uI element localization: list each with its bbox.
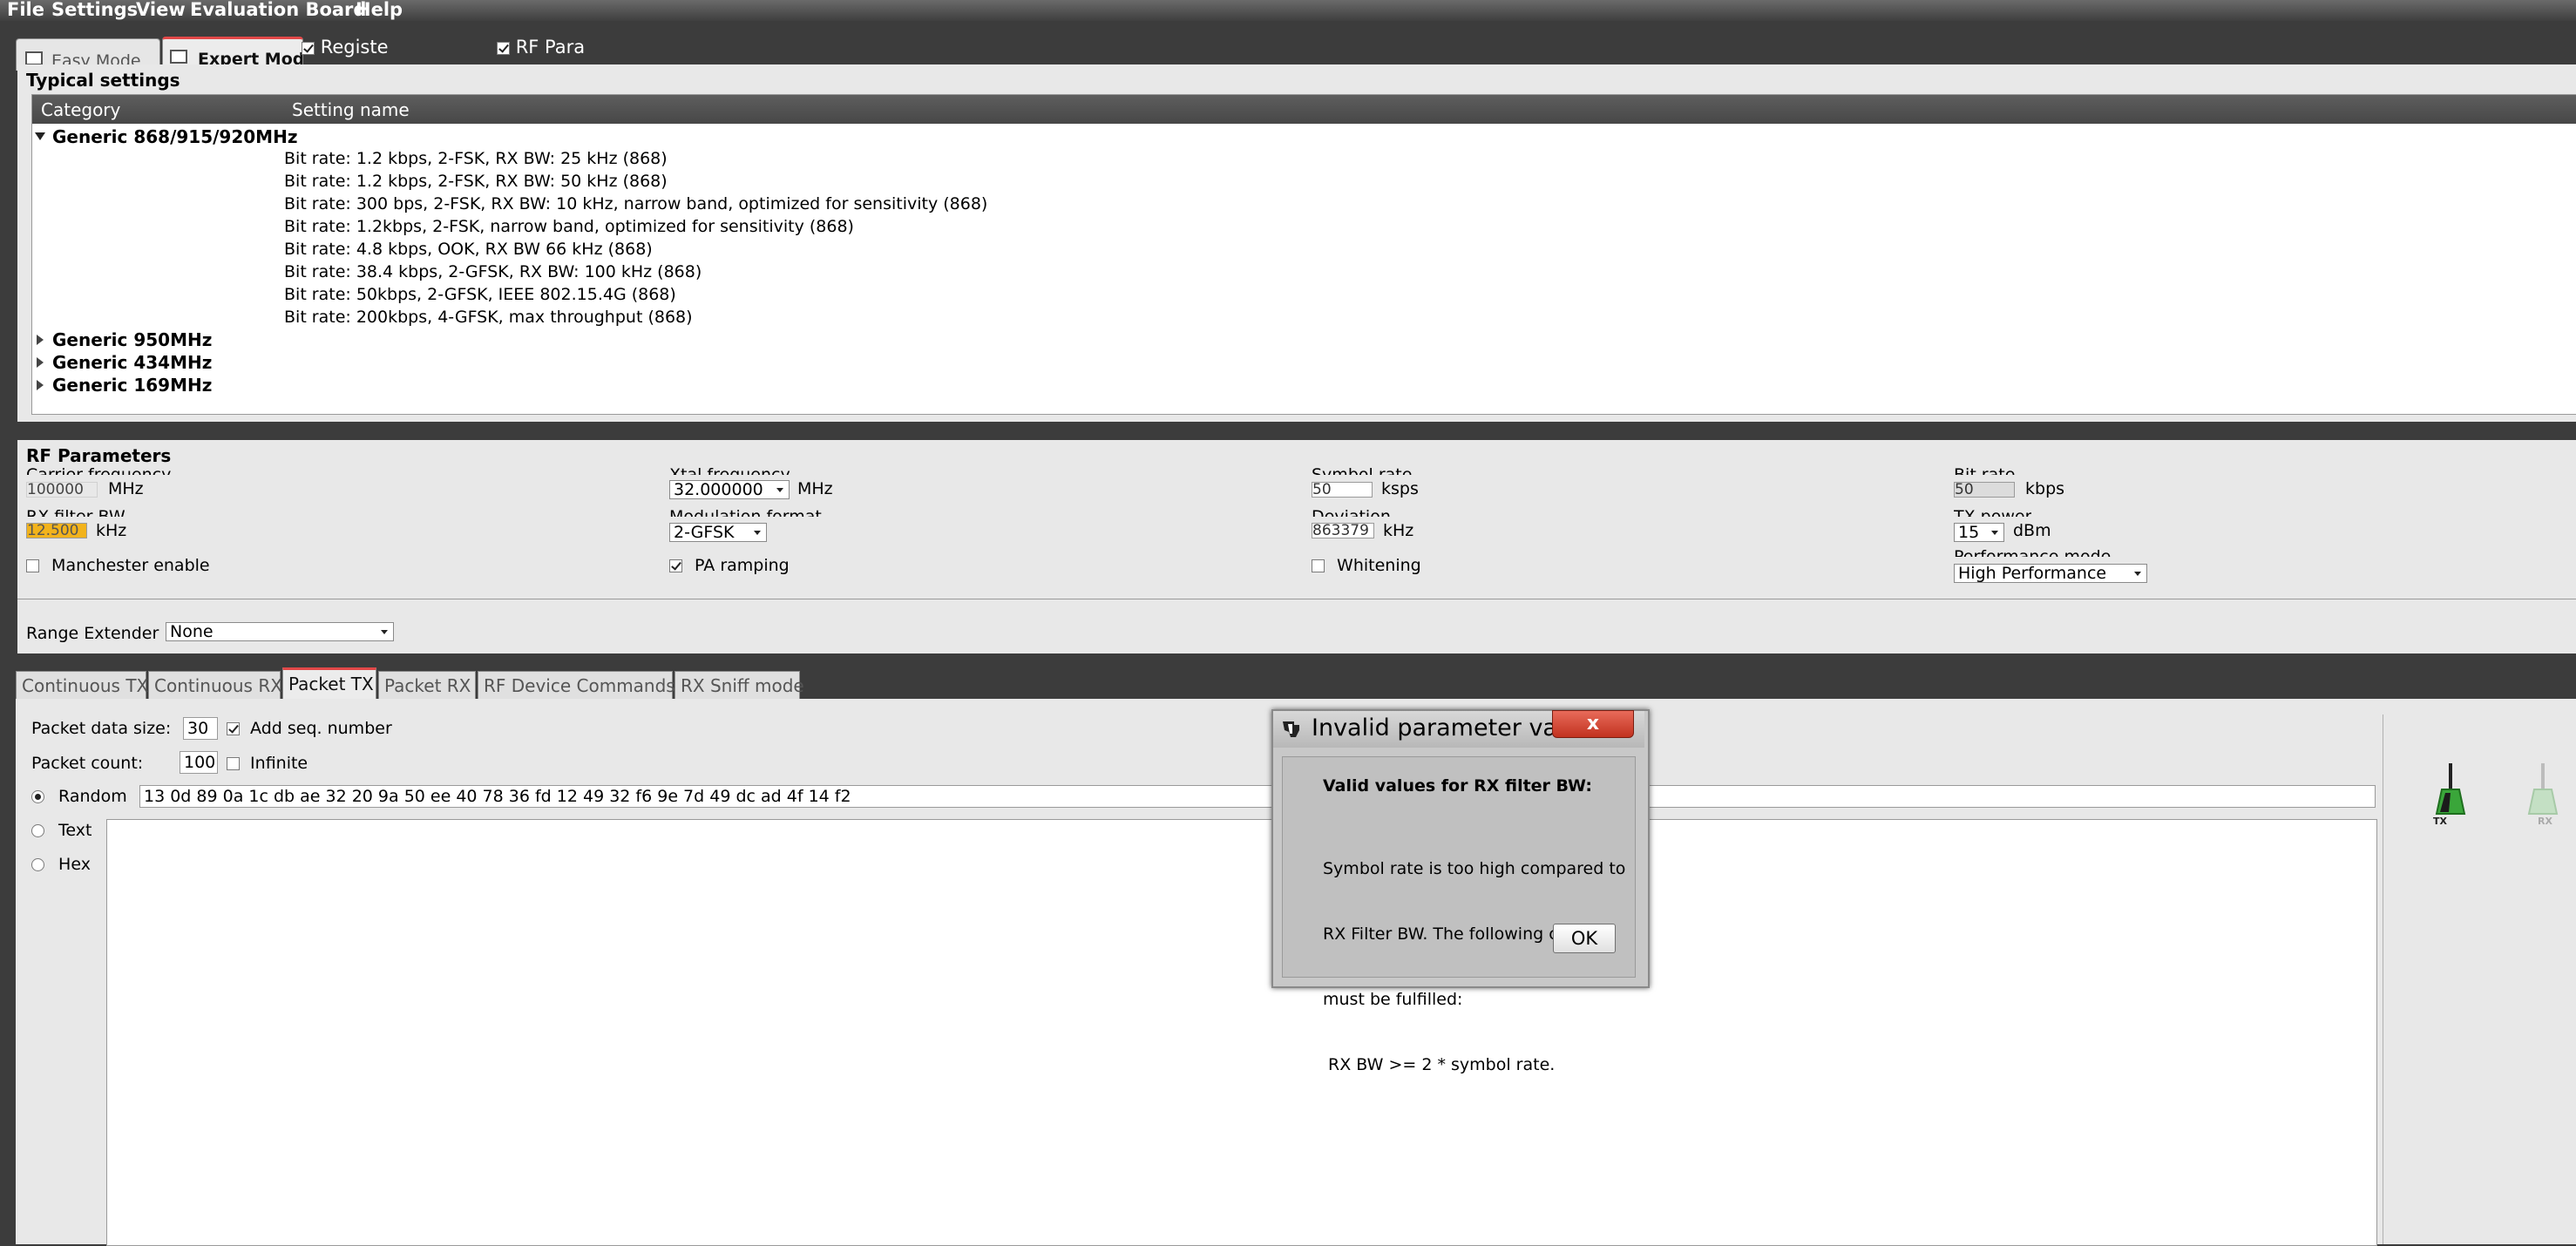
tab-rf-device-commands[interactable]: RF Device Commands <box>478 671 675 699</box>
packet-count-label: Packet count: <box>31 754 144 773</box>
performance-mode-select[interactable]: High Performance <box>1954 564 2147 583</box>
tab-packet-tx[interactable]: Packet TX <box>282 667 376 699</box>
menu-file[interactable]: File <box>7 0 44 19</box>
menu-settings[interactable]: Settings <box>51 0 138 19</box>
expand-right-icon[interactable] <box>37 380 44 390</box>
rx-filter-bw-unit: kHz <box>96 521 127 540</box>
text-radio[interactable] <box>31 824 44 837</box>
ti-logo-icon <box>1280 718 1303 741</box>
tx-indicator-label: TX <box>2433 816 2447 827</box>
manchester-enable-option[interactable]: Manchester enable <box>26 556 210 575</box>
deviation-input[interactable]: 863379 <box>1312 523 1374 538</box>
registers-checkbox[interactable] <box>302 41 315 55</box>
tree-setting-item[interactable]: Bit rate: 50kbps, 2-GFSK, IEEE 802.15.4G… <box>284 285 676 304</box>
xtal-frequency-select[interactable]: 32.000000 <box>669 480 790 499</box>
symbol-rate-label: Symbol rate <box>1312 465 1413 475</box>
rx-filter-bw-input[interactable]: 12.500 <box>26 523 87 538</box>
close-icon[interactable]: x <box>1552 710 1634 738</box>
performance-mode-label: Performance mode <box>1954 547 2112 557</box>
tx-power-label: TX power <box>1954 507 2032 517</box>
pa-ramping-checkbox[interactable] <box>669 559 682 572</box>
tab-continuous-tx[interactable]: Continuous TX <box>16 671 148 699</box>
menu-evaluation-board[interactable]: Evaluation Board <box>190 0 366 19</box>
column-category[interactable]: Category <box>41 99 120 120</box>
infinite-option[interactable]: Infinite <box>227 754 308 773</box>
menu-bar: File Settings View Evaluation Board Help <box>0 0 2576 21</box>
infinite-checkbox[interactable] <box>227 757 240 770</box>
packet-data-size-input[interactable]: 30 <box>183 717 218 740</box>
tab-packet-rx[interactable]: Packet RX <box>378 671 476 699</box>
tree-setting-item[interactable]: Bit rate: 4.8 kbps, OOK, RX BW 66 kHz (8… <box>284 240 653 259</box>
symbol-rate-unit: ksps <box>1381 479 1419 498</box>
dialog-heading: Valid values for RX filter BW: <box>1323 776 1592 796</box>
rf-parameters-panel <box>17 440 2576 653</box>
rx-filter-bw-label: RX filter BW <box>26 507 125 517</box>
carrier-frequency-unit: MHz <box>108 479 144 498</box>
whitening-option[interactable]: Whitening <box>1312 556 1421 575</box>
deviation-label: Deviation <box>1312 507 1391 517</box>
tree-group[interactable]: Generic 868/915/920MHz <box>52 126 297 147</box>
dialog-message: Symbol rate is too high compared to RX F… <box>1323 859 1626 1074</box>
bit-rate-unit: kbps <box>2025 479 2065 498</box>
manchester-checkbox[interactable] <box>26 559 39 572</box>
hex-radio[interactable] <box>31 858 44 871</box>
symbol-rate-input[interactable]: 50 <box>1312 482 1373 498</box>
rx-indicator-label: RX <box>2538 816 2552 827</box>
random-mode-option[interactable]: Random <box>31 787 127 806</box>
pa-ramping-option[interactable]: PA ramping <box>669 556 790 575</box>
tree-setting-item[interactable]: Bit rate: 1.2 kbps, 2-FSK, RX BW: 50 kHz… <box>284 172 668 191</box>
dialog-title: Invalid parameter val... <box>1312 714 1587 742</box>
tree-header: Category Setting name <box>32 95 2576 124</box>
modulation-format-select[interactable]: 2-GFSK <box>669 523 767 542</box>
tab-rx-sniff-mode[interactable]: RX Sniff mode <box>675 671 804 699</box>
tree-setting-item[interactable]: Bit rate: 1.2 kbps, 2-FSK, RX BW: 25 kHz… <box>284 149 668 168</box>
expand-down-icon[interactable] <box>35 132 45 140</box>
xtal-frequency-unit: MHz <box>797 479 833 498</box>
bit-rate-input: 50 <box>1954 482 2015 498</box>
random-radio[interactable] <box>31 790 44 803</box>
packet-data-size-label: Packet data size: <box>31 719 172 738</box>
ok-button[interactable]: OK <box>1553 924 1616 953</box>
xtal-frequency-label: Xtal frequency <box>669 465 790 475</box>
registers-view-toggle[interactable]: Registe <box>302 37 389 58</box>
text-mode-option[interactable]: Text <box>31 821 92 840</box>
deviation-unit: kHz <box>1383 521 1414 540</box>
packet-count-input[interactable]: 100 <box>180 751 218 774</box>
rf-params-checkbox[interactable] <box>497 41 510 55</box>
tx-power-unit: dBm <box>2013 521 2051 540</box>
whitening-checkbox[interactable] <box>1312 559 1325 572</box>
tx-power-select[interactable]: 15 <box>1954 523 2004 542</box>
typical-settings-title: Typical settings <box>26 70 180 91</box>
tree-setting-item[interactable]: Bit rate: 38.4 kbps, 2-GFSK, RX BW: 100 … <box>284 262 702 281</box>
tree-group[interactable]: Generic 169MHz <box>52 375 212 396</box>
carrier-frequency-label: Carrier frequency <box>26 465 172 475</box>
tree-setting-item[interactable]: Bit rate: 300 bps, 2-FSK, RX BW: 10 kHz,… <box>284 194 987 213</box>
tree-group[interactable]: Generic 434MHz <box>52 352 212 373</box>
column-setting-name[interactable]: Setting name <box>292 99 410 120</box>
hex-mode-option[interactable]: Hex <box>31 855 91 874</box>
modulation-format-label: Modulation format <box>669 507 822 517</box>
expand-right-icon[interactable] <box>37 335 44 345</box>
range-extender-label: Range Extender <box>26 624 159 643</box>
random-data-field[interactable]: 13 0d 89 0a 1c db ae 32 20 9a 50 ee 40 7… <box>139 785 2376 808</box>
expert-mode-icon <box>170 50 187 64</box>
tab-continuous-rx[interactable]: Continuous RX <box>148 671 282 699</box>
bit-rate-label: Bit rate <box>1954 465 2016 475</box>
tree-group[interactable]: Generic 950MHz <box>52 329 212 350</box>
expand-right-icon[interactable] <box>37 357 44 368</box>
add-seq-number-option[interactable]: Add seq. number <box>227 719 392 738</box>
easy-mode-icon <box>25 51 43 65</box>
menu-view[interactable]: View <box>136 0 186 19</box>
carrier-frequency-input[interactable]: 100000 <box>26 482 98 498</box>
tree-setting-item[interactable]: Bit rate: 200kbps, 4-GFSK, max throughpu… <box>284 308 693 327</box>
payload-text-area[interactable] <box>106 819 2377 1246</box>
rf-parameters-title: RF Parameters <box>26 445 172 466</box>
rf-params-view-toggle[interactable]: RF Para <box>497 37 585 58</box>
menu-help[interactable]: Help <box>356 0 403 19</box>
tree-setting-item[interactable]: Bit rate: 1.2kbps, 2-FSK, narrow band, o… <box>284 217 854 236</box>
add-seq-number-checkbox[interactable] <box>227 722 240 735</box>
range-extender-select[interactable]: None <box>166 622 394 641</box>
